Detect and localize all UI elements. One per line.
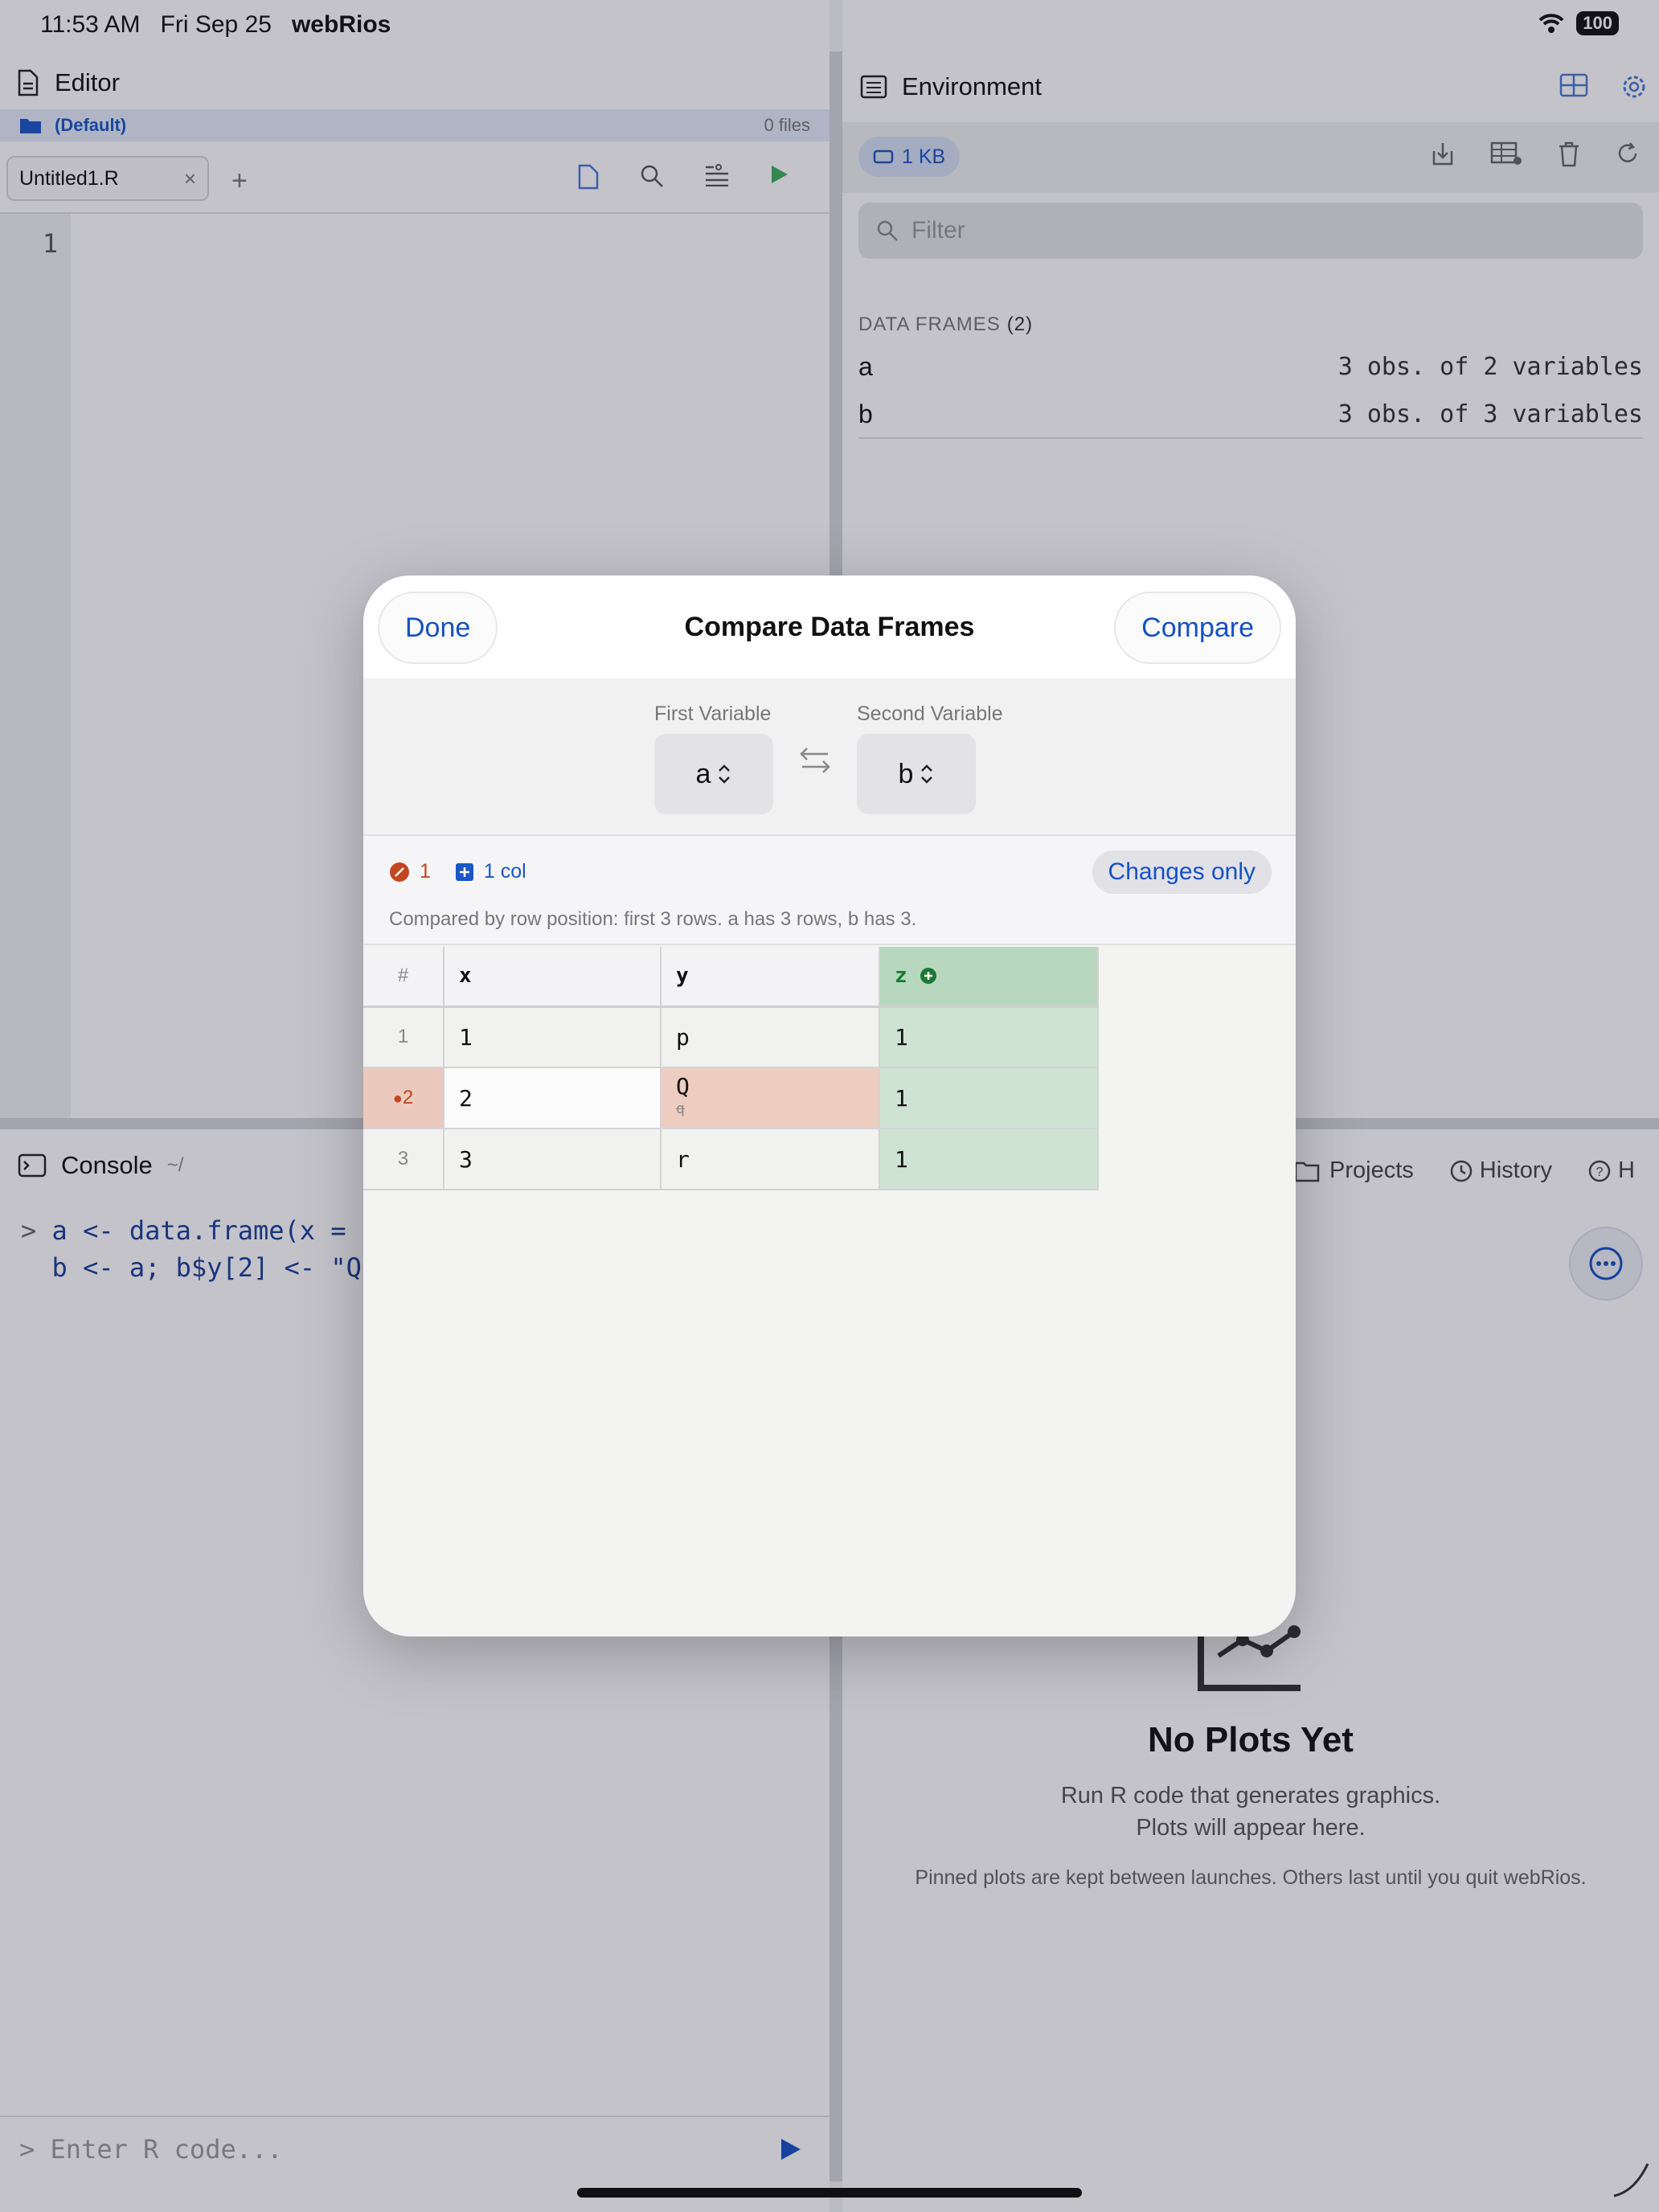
cell-y: p	[661, 1006, 880, 1068]
first-variable-picker[interactable]: a	[654, 734, 773, 814]
new-value: Q	[676, 1073, 690, 1100]
swap-icon[interactable]	[799, 744, 831, 776]
cell-y: Q q	[661, 1067, 880, 1129]
comparison-note: Compared by row position: first 3 rows. …	[389, 908, 917, 930]
done-button[interactable]: Done	[378, 592, 498, 664]
changed-count: 1	[420, 860, 431, 883]
old-value: q	[676, 1100, 685, 1117]
col-header-z[interactable]: z	[879, 947, 1099, 1008]
chevron-updown-icon	[719, 764, 731, 784]
home-indicator[interactable]	[577, 2188, 1082, 2198]
col-header-y[interactable]: y	[661, 947, 880, 1008]
changed-dot-icon: ●	[392, 1090, 403, 1108]
table-header-row: # x y z	[363, 947, 1099, 1008]
changes-only-toggle[interactable]: Changes only	[1092, 850, 1272, 894]
added-column-icon	[455, 862, 473, 881]
compare-dialog: Done Compare Data Frames Compare First V…	[363, 576, 1296, 1636]
first-variable-label: First Variable	[654, 703, 772, 725]
col-header-num: #	[363, 947, 444, 1008]
col-header-x[interactable]: x	[444, 947, 662, 1008]
variable-selectors: First Variable a Second Variable b	[363, 678, 1296, 836]
cell-z: 1	[879, 1129, 1099, 1190]
table-row[interactable]: 3 3 r 1	[363, 1129, 1099, 1190]
table-row[interactable]: 1 1 p 1	[363, 1006, 1099, 1068]
table-row[interactable]: ●2 2 Q q 1	[363, 1067, 1099, 1129]
diff-table: # x y z 1 1 p 1 ●2 2 Q q 1 3 3 r 1	[363, 947, 1099, 1190]
second-variable-label: Second Variable	[857, 703, 1003, 725]
cell-y: r	[661, 1129, 880, 1190]
chevron-updown-icon	[921, 764, 933, 784]
cell-x: 1	[444, 1006, 662, 1068]
changed-icon	[390, 862, 409, 882]
row-number: 1	[363, 1006, 444, 1068]
added-icon	[920, 968, 937, 985]
second-variable-group: Second Variable b	[857, 703, 1003, 814]
compare-button[interactable]: Compare	[1114, 592, 1281, 664]
first-variable-group: First Variable a	[654, 703, 773, 814]
second-variable-picker[interactable]: b	[857, 734, 976, 814]
cell-x: 2	[444, 1067, 662, 1129]
cell-z: 1	[879, 1006, 1099, 1068]
summary-counts: 1 1 col	[389, 860, 526, 883]
cell-x: 3	[444, 1129, 662, 1190]
dialog-header: Done Compare Data Frames Compare	[363, 576, 1296, 678]
row-number: 3	[363, 1129, 444, 1190]
added-cols: 1 col	[483, 860, 526, 883]
diff-summary: 1 1 col Changes only Compared by row pos…	[363, 836, 1296, 945]
row-number: ●2	[363, 1067, 444, 1129]
cell-z: 1	[879, 1067, 1099, 1129]
